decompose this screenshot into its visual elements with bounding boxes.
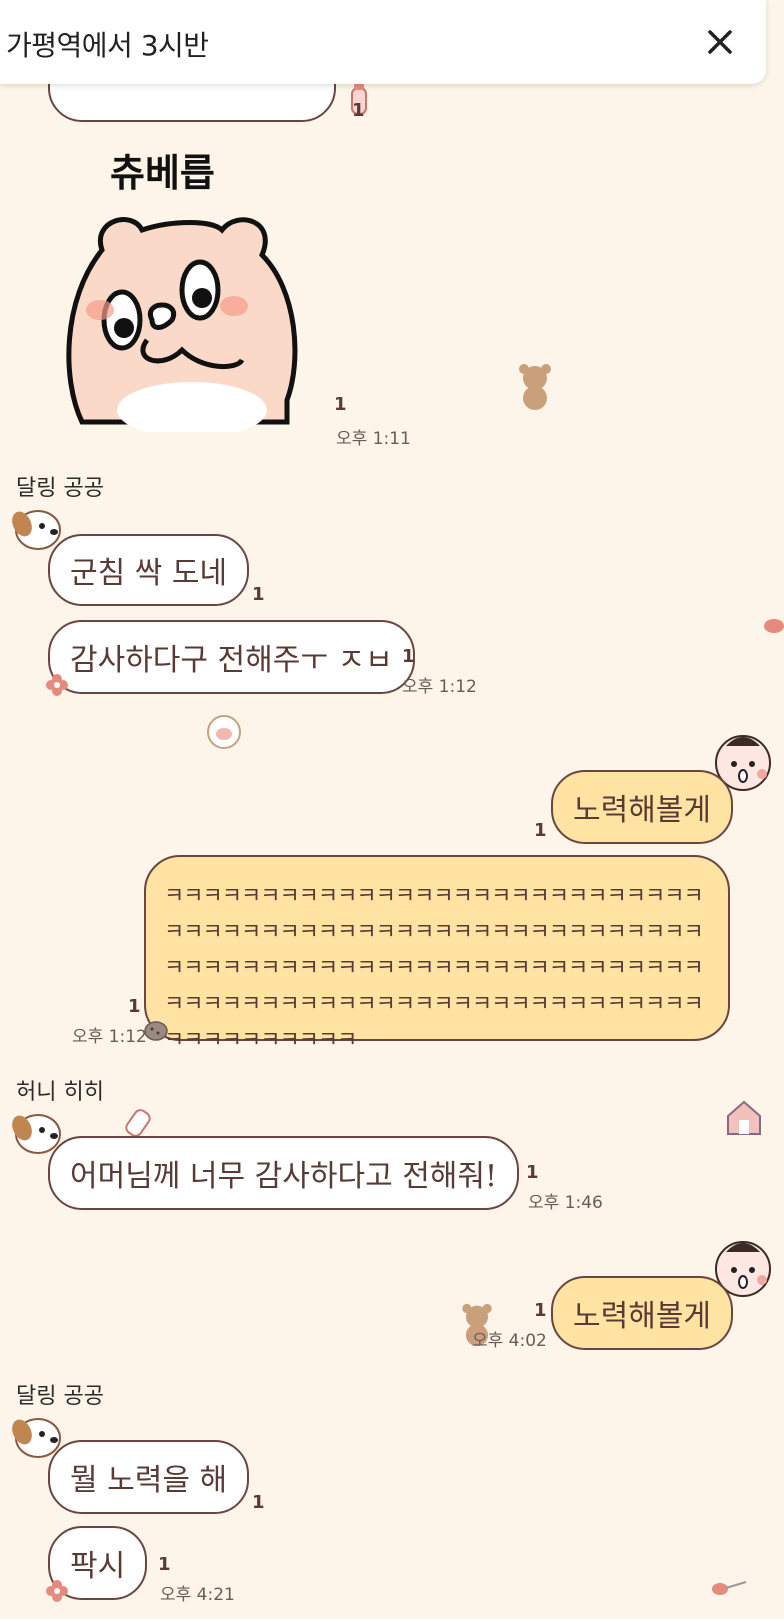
unread-count: 1 [534, 1300, 547, 1321]
my-message-bubble[interactable]: 노력해볼게 [551, 770, 733, 844]
message-text: 군침 싹 도네 [70, 556, 228, 591]
chat-room-title: 가평역에서 3시반 [6, 29, 209, 62]
sender-name: 허니 히히 [16, 1080, 104, 1105]
unread-count: 1 [534, 820, 547, 841]
message-text: 뭘 노력을 해 [70, 1463, 228, 1498]
teddy-bear-icon [519, 364, 551, 410]
message-time: 오후 1:12 [72, 1027, 147, 1047]
unread-count: 1 [526, 1162, 539, 1183]
message-time: 오후 1:46 [528, 1193, 603, 1213]
flower-icon [46, 674, 68, 696]
sticker-caption: 츄베릅 [110, 151, 215, 195]
message-text: 팍시 [70, 1549, 126, 1584]
bear-sticker[interactable] [62, 210, 302, 432]
safety-pin-icon [712, 1581, 747, 1595]
unread-count: 1 [334, 394, 347, 415]
unread-count: 1 [158, 1554, 171, 1575]
message-text: ㅋㅋㅋㅋㅋㅋㅋㅋㅋㅋㅋㅋㅋㅋㅋㅋㅋㅋㅋㅋㅋㅋㅋㅋㅋㅋㅋㅋㅋㅋㅋㅋㅋㅋㅋㅋㅋㅋㅋㅋ… [164, 884, 704, 1053]
sheep-icon [207, 715, 241, 749]
message-text: 어머님께 너무 감사하다고 전해줘! [70, 1159, 498, 1194]
chat-header: 가평역에서 3시반 [0, 0, 766, 84]
message-text: 노력해볼게 [573, 1299, 711, 1334]
message-bubble[interactable]: 어머님께 너무 감사하다고 전해줘! [48, 1136, 520, 1210]
unread-count: 1 [252, 1492, 265, 1513]
cookie-icon [144, 1021, 168, 1041]
message-time: 오후 1:12 [402, 677, 477, 697]
message-bubble[interactable]: 뭘 노력을 해 [48, 1440, 250, 1514]
unread-count: 1 [128, 996, 141, 1017]
message-time: 오후 4:02 [472, 1331, 547, 1351]
house-icon [727, 1100, 761, 1135]
unread-count: 1 [252, 584, 265, 605]
my-message-bubble[interactable]: 노력해볼게 [551, 1276, 733, 1350]
baby-bottle-icon [125, 1109, 151, 1137]
message-text: 노력해볼게 [573, 793, 711, 828]
my-message-bubble[interactable]: ㅋㅋㅋㅋㅋㅋㅋㅋㅋㅋㅋㅋㅋㅋㅋㅋㅋㅋㅋㅋㅋㅋㅋㅋㅋㅋㅋㅋㅋㅋㅋㅋㅋㅋㅋㅋㅋㅋㅋㅋ… [144, 855, 730, 1053]
message-time: 오후 1:11 [336, 429, 411, 449]
message-text: 감사하다구 전해주ㅜ ㅈㅂ [70, 643, 393, 678]
flower-icon [46, 1580, 68, 1602]
pacifier-icon [764, 619, 784, 633]
message-bubble[interactable]: 군침 싹 도네 [48, 534, 250, 606]
message-time: 오후 4:21 [160, 1585, 235, 1605]
unread-count: 1 [352, 100, 365, 121]
sender-name: 달링 공공 [16, 476, 104, 501]
sender-name: 달링 공공 [16, 1384, 104, 1409]
message-bubble[interactable]: 감사하다구 전해주ㅜ ㅈㅂ [48, 620, 415, 694]
unread-count: 1 [402, 646, 415, 667]
close-icon[interactable] [700, 22, 740, 62]
